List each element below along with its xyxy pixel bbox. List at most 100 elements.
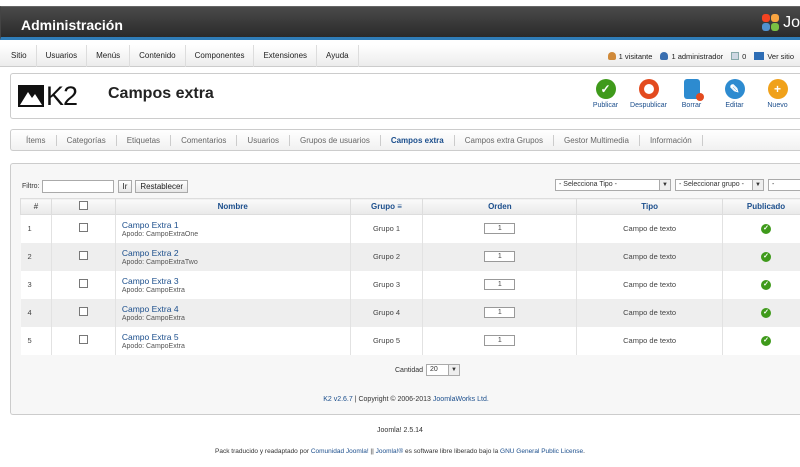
- published-check-icon[interactable]: ✓: [761, 308, 771, 318]
- menu-componentes[interactable]: Componentes: [186, 45, 255, 67]
- field-group: Grupo 4: [350, 298, 424, 327]
- row-checkbox[interactable]: [78, 251, 88, 260]
- mail-icon: [731, 52, 740, 60]
- menu-contenido[interactable]: Contenido: [130, 45, 186, 67]
- type-select[interactable]: - Selecciona Tipo - ▼: [555, 179, 671, 191]
- tab-informacion[interactable]: Información: [640, 134, 703, 146]
- pencil-icon: ✎: [724, 79, 745, 99]
- main-menu: Sitio Usuarios Menús Contenido Component…: [0, 45, 359, 67]
- field-name-link[interactable]: Campo Extra 5: [122, 332, 350, 342]
- tab-comentarios[interactable]: Comentarios: [171, 134, 238, 146]
- order-input[interactable]: 1: [484, 279, 516, 290]
- col-published[interactable]: Publicado: [722, 198, 800, 215]
- k2-tabs: Ítems Categorías Etiquetas Comentarios U…: [10, 129, 800, 151]
- k2-version-link[interactable]: K2 v2.6.7: [323, 396, 353, 403]
- check-icon: ✓: [595, 79, 616, 99]
- field-name-link[interactable]: Campo Extra 1: [122, 220, 350, 230]
- admin-title: Administración: [21, 17, 123, 33]
- menu-sitio[interactable]: Sitio: [0, 45, 37, 67]
- edit-button[interactable]: ✎ Editar: [713, 79, 756, 109]
- menu-usuarios[interactable]: Usuarios: [37, 45, 88, 67]
- k2-logo: K2: [18, 80, 78, 111]
- published-check-icon[interactable]: ✓: [761, 336, 771, 346]
- row-checkbox[interactable]: [78, 335, 88, 344]
- group-select[interactable]: - Seleccionar grupo - ▼: [675, 179, 764, 191]
- field-type: Campo de texto: [576, 298, 724, 327]
- messages-status[interactable]: 0: [731, 52, 746, 61]
- tab-grupos-usuarios[interactable]: Grupos de usuarios: [290, 134, 381, 146]
- row-checkbox[interactable]: [78, 279, 88, 288]
- menu-extensiones[interactable]: Extensiones: [254, 45, 318, 67]
- new-button[interactable]: + Nuevo: [756, 79, 799, 109]
- tab-usuarios[interactable]: Usuarios: [237, 134, 290, 146]
- filter-input[interactable]: [41, 180, 114, 193]
- table-row: 3 Campo Extra 3 Apodo: CampoExtra Grupo 3…: [20, 270, 800, 299]
- filter-bar: Filtro: Ir Restablecer: [22, 180, 191, 193]
- view-site-link[interactable]: Ver sitio: [754, 52, 794, 61]
- filter-label: Filtro:: [22, 183, 40, 190]
- joomla-logo[interactable]: Jo: [762, 12, 800, 34]
- col-group[interactable]: Grupo ≡: [349, 198, 424, 215]
- select-all-checkbox[interactable]: [78, 201, 88, 210]
- community-link[interactable]: Comunidad Joomla!: [311, 448, 369, 455]
- unpublish-button[interactable]: Despublicar: [627, 79, 670, 109]
- limit-select[interactable]: 20 ▼: [426, 364, 461, 376]
- toolbar: ✓ Publicar Despublicar Borrar ✎ Editar +…: [584, 79, 799, 109]
- joomla-link[interactable]: Joomla!®: [376, 448, 404, 455]
- col-name[interactable]: Nombre: [114, 198, 351, 215]
- user-icon: [607, 52, 616, 60]
- delete-button[interactable]: Borrar: [670, 79, 713, 109]
- tab-etiquetas[interactable]: Etiquetas: [117, 134, 172, 146]
- order-input[interactable]: 1: [484, 251, 516, 262]
- admins-status: 1 administrador: [660, 52, 723, 61]
- published-check-icon[interactable]: ✓: [761, 280, 771, 290]
- row-checkbox[interactable]: [78, 223, 88, 233]
- field-name-link[interactable]: Campo Extra 3: [122, 276, 350, 286]
- field-type: Campo de texto: [576, 242, 724, 271]
- col-type[interactable]: Tipo: [576, 198, 724, 215]
- menu-ayuda[interactable]: Ayuda: [317, 45, 359, 67]
- filter-selects: - Selecciona Tipo - ▼ - Seleccionar grupo…: [551, 179, 800, 191]
- reset-button[interactable]: Restablecer: [135, 180, 189, 193]
- menu-menus[interactable]: Menús: [87, 45, 131, 67]
- main-menubar: Sitio Usuarios Menús Contenido Component…: [0, 45, 800, 67]
- field-name-link[interactable]: Campo Extra 2: [122, 248, 350, 258]
- chevron-down-icon: ▼: [659, 180, 670, 190]
- published-check-icon[interactable]: ✓: [761, 224, 771, 235]
- go-button[interactable]: Ir: [117, 180, 133, 193]
- order-input[interactable]: 1: [484, 335, 516, 346]
- tab-categorias[interactable]: Categorías: [57, 134, 117, 146]
- license-link[interactable]: GNU General Public License: [500, 448, 583, 455]
- field-type: Campo de texto: [576, 270, 724, 299]
- order-input[interactable]: 1: [484, 307, 516, 318]
- tab-campos-extra-grupos[interactable]: Campos extra Grupos: [455, 134, 555, 146]
- col-num: #: [20, 198, 52, 215]
- joomlaworks-link[interactable]: JoomlaWorks Ltd.: [433, 396, 489, 403]
- table-row: 1 Campo Extra 1 Apodo: CampoExtraOne Grup…: [20, 214, 800, 243]
- published-check-icon[interactable]: ✓: [761, 252, 771, 262]
- visitors-status: 1 visitante: [607, 52, 652, 61]
- field-group: Grupo 2: [350, 242, 424, 271]
- joomla-version: Joomla! 2.5.14: [377, 427, 423, 434]
- plus-icon: +: [767, 79, 788, 99]
- k2-logo-text: K2: [46, 80, 78, 111]
- translation-credits: Pack traducido y readaptado por Comunida…: [215, 448, 585, 455]
- sort-icon: ≡: [397, 202, 402, 211]
- pagination-label: Cantidad: [395, 366, 424, 374]
- row-checkbox[interactable]: [78, 307, 88, 316]
- tab-items[interactable]: Ítems: [11, 134, 57, 146]
- k2-copyright: K2 v2.6.7 | Copyright © 2006-2013 Joomla…: [323, 396, 489, 403]
- tab-campos-extra[interactable]: Campos extra: [381, 134, 455, 146]
- header-status: 1 visitante 1 administrador 0 Ver sitio: [600, 45, 794, 67]
- col-order[interactable]: Orden: [422, 198, 578, 215]
- page-title: Campos extra: [108, 85, 214, 102]
- joomla-logo-text: Jo: [783, 14, 800, 31]
- state-select[interactable]: - Selecciona: [768, 179, 800, 191]
- field-alias: Apodo: CampoExtra: [121, 342, 185, 350]
- field-name-link[interactable]: Campo Extra 4: [122, 304, 350, 314]
- content-panel: Filtro: Ir Restablecer - Selecciona Tipo…: [10, 163, 800, 415]
- order-input[interactable]: 1: [484, 223, 516, 235]
- publish-button[interactable]: ✓ Publicar: [584, 79, 627, 109]
- tab-gestor-multimedia[interactable]: Gestor Multimedia: [554, 134, 640, 146]
- col-checkbox[interactable]: [50, 198, 116, 215]
